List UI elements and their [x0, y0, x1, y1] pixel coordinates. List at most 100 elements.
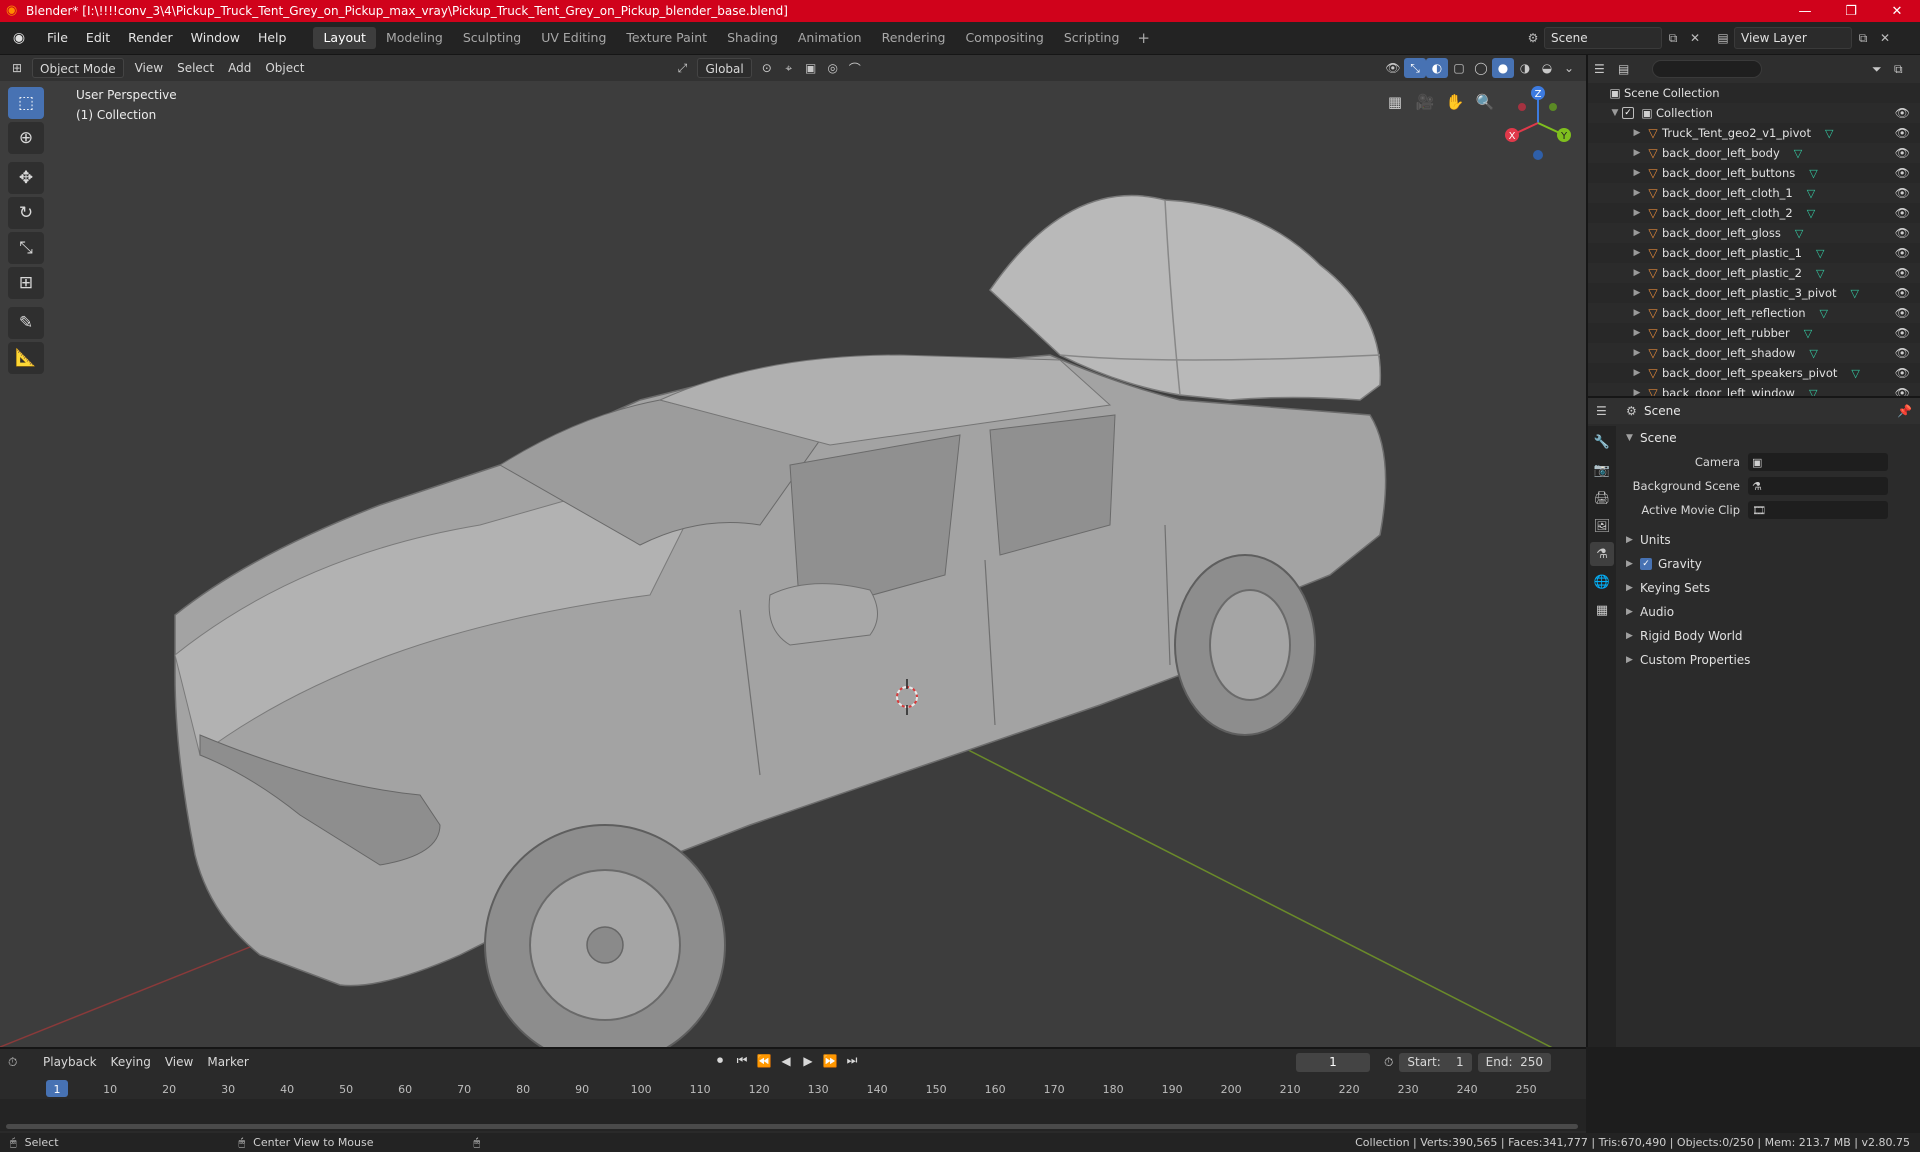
- transform-orientation-dropdown[interactable]: Global: [697, 58, 752, 78]
- tab-uv-editing[interactable]: UV Editing: [531, 27, 616, 49]
- collection-row[interactable]: ▼ ✓ ▣ Collection 👁: [1588, 103, 1920, 123]
- outliner-object-row[interactable]: ▶ ▽ Truck_Tent_geo2_v1_pivot ▽ 👁: [1588, 123, 1920, 143]
- visibility-eye-icon[interactable]: 👁: [1895, 346, 1910, 360]
- record-icon[interactable]: ⏺: [710, 1053, 730, 1068]
- timeline-menu-view[interactable]: View: [158, 1055, 200, 1069]
- scale-tool-icon[interactable]: ⤡: [8, 232, 44, 264]
- pin-icon[interactable]: 📌: [1897, 404, 1912, 418]
- custom-properties-section[interactable]: ▶ Custom Properties: [1620, 648, 1920, 672]
- outliner-object-row[interactable]: ▶ ▽ back_door_left_cloth_2 ▽ 👁: [1588, 203, 1920, 223]
- tab-modeling[interactable]: Modeling: [376, 27, 453, 49]
- current-frame-field[interactable]: 1: [1296, 1053, 1370, 1072]
- tab-sculpting[interactable]: Sculpting: [453, 27, 531, 49]
- visibility-eye-icon[interactable]: 👁: [1895, 186, 1910, 200]
- visibility-icon[interactable]: 👁: [1382, 58, 1404, 78]
- display-mode-icon[interactable]: ▤: [1618, 62, 1642, 76]
- visibility-eye-icon[interactable]: 👁: [1895, 166, 1910, 180]
- visibility-eye-icon[interactable]: 👁: [1895, 226, 1910, 240]
- world-tab-icon[interactable]: 🌐: [1590, 570, 1614, 594]
- menu-file[interactable]: File: [38, 27, 77, 49]
- visibility-eye-icon[interactable]: 👁: [1895, 206, 1910, 220]
- mesh-data-icon[interactable]: ▽: [1851, 367, 1859, 380]
- gizmo-toggle-icon[interactable]: ⤡: [1404, 58, 1426, 78]
- outliner-object-row[interactable]: ▶ ▽ back_door_left_buttons ▽ 👁: [1588, 163, 1920, 183]
- toggle-camera-grid-icon[interactable]: ▦: [1380, 87, 1410, 117]
- expand-arrow-icon[interactable]: ▶: [1630, 268, 1644, 278]
- delete-view-layer-icon[interactable]: ✕: [1874, 27, 1896, 49]
- timeline-ruler[interactable]: 1 10 20 30 40 50 60 70 80 90 100 110 120 130 140 150 160…: [0, 1079, 1586, 1099]
- rotate-tool-icon[interactable]: ↻: [8, 197, 44, 229]
- visibility-eye-icon[interactable]: 👁: [1895, 286, 1910, 300]
- object-mode-dropdown[interactable]: Object Mode: [32, 58, 124, 78]
- outliner-object-row[interactable]: ▶ ▽ back_door_left_shadow ▽ 👁: [1588, 343, 1920, 363]
- mesh-data-icon[interactable]: ▽: [1816, 267, 1824, 280]
- overlay-toggle-icon[interactable]: ◐: [1426, 58, 1448, 78]
- delete-scene-icon[interactable]: ✕: [1684, 27, 1706, 49]
- jump-keyframe-forward-icon[interactable]: ⏩: [820, 1054, 840, 1068]
- viewport-menu-add[interactable]: Add: [221, 58, 258, 78]
- expand-arrow-icon[interactable]: ▶: [1630, 348, 1644, 358]
- tab-texture-paint[interactable]: Texture Paint: [616, 27, 717, 49]
- measure-tool-icon[interactable]: 📐: [8, 342, 44, 374]
- visibility-eye-icon[interactable]: 👁: [1895, 106, 1910, 120]
- visibility-eye-icon[interactable]: 👁: [1895, 266, 1910, 280]
- shading-rendered-icon[interactable]: ◒: [1536, 58, 1558, 78]
- outliner-object-row[interactable]: ▶ ▽ back_door_left_plastic_3_pivot ▽ 👁: [1588, 283, 1920, 303]
- camera-view-icon[interactable]: 🎥: [1410, 87, 1440, 117]
- jump-start-icon[interactable]: ⏮: [732, 1053, 752, 1068]
- mesh-data-icon[interactable]: ▽: [1809, 347, 1817, 360]
- expand-arrow-icon[interactable]: ▶: [1630, 208, 1644, 218]
- snap-icon[interactable]: ⌖: [778, 58, 800, 78]
- expand-arrow-icon[interactable]: ▶: [1630, 168, 1644, 178]
- cursor-tool-icon[interactable]: ⊕: [8, 122, 44, 154]
- collection-checkbox[interactable]: ✓: [1622, 107, 1634, 119]
- end-frame-field[interactable]: End: 250: [1477, 1053, 1552, 1072]
- tab-scripting[interactable]: Scripting: [1054, 27, 1130, 49]
- gravity-checkbox[interactable]: ✓: [1640, 558, 1652, 570]
- mesh-data-icon[interactable]: ▽: [1807, 187, 1815, 200]
- outliner-object-row[interactable]: ▶ ▽ back_door_left_cloth_1 ▽ 👁: [1588, 183, 1920, 203]
- tab-compositing[interactable]: Compositing: [955, 27, 1053, 49]
- expand-arrow-icon[interactable]: ▶: [1630, 308, 1644, 318]
- menu-help[interactable]: Help: [249, 27, 296, 49]
- snap-target-icon[interactable]: ▣: [800, 58, 822, 78]
- viewport-menu-view[interactable]: View: [128, 58, 170, 78]
- visibility-eye-icon[interactable]: 👁: [1895, 306, 1910, 320]
- tab-animation[interactable]: Animation: [788, 27, 872, 49]
- move-tool-icon[interactable]: ✥: [8, 162, 44, 194]
- transform-orientation-icon[interactable]: ⤢: [671, 58, 693, 78]
- expand-arrow-icon[interactable]: ▶: [1630, 248, 1644, 258]
- mesh-data-icon[interactable]: ▽: [1795, 227, 1803, 240]
- outliner-object-row[interactable]: ▶ ▽ back_door_left_speakers_pivot ▽ 👁: [1588, 363, 1920, 383]
- expand-arrow-icon[interactable]: ▶: [1630, 128, 1644, 138]
- mesh-data-icon[interactable]: ▽: [1851, 287, 1859, 300]
- texture-tab-icon[interactable]: ▦: [1590, 598, 1614, 622]
- tab-shading[interactable]: Shading: [717, 27, 788, 49]
- falloff-icon[interactable]: ⌒: [844, 58, 866, 78]
- expand-arrow-icon[interactable]: ▶: [1630, 288, 1644, 298]
- new-scene-icon[interactable]: ⧉: [1662, 27, 1684, 49]
- outliner-search-input[interactable]: [1652, 60, 1762, 78]
- rigid-body-world-section[interactable]: ▶ Rigid Body World: [1620, 624, 1920, 648]
- navigation-gizmo[interactable]: Z X Y: [1498, 83, 1578, 163]
- gravity-section[interactable]: ▶ ✓ Gravity: [1620, 552, 1920, 576]
- filter-icon[interactable]: ⏷: [1872, 62, 1894, 77]
- outliner-object-row[interactable]: ▶ ▽ back_door_left_plastic_2 ▽ 👁: [1588, 263, 1920, 283]
- timeline-menu-keying[interactable]: Keying: [104, 1055, 158, 1069]
- maximize-button[interactable]: ❐: [1828, 0, 1874, 22]
- audio-section[interactable]: ▶ Audio: [1620, 600, 1920, 624]
- expand-arrow-icon[interactable]: ▶: [1630, 188, 1644, 198]
- menu-window[interactable]: Window: [182, 27, 249, 49]
- mesh-data-icon[interactable]: ▽: [1794, 147, 1802, 160]
- mesh-data-icon[interactable]: ▽: [1804, 327, 1812, 340]
- view-layer-tab-icon[interactable]: 🖼: [1590, 514, 1614, 538]
- expand-arrow-icon[interactable]: ▶: [1630, 328, 1644, 338]
- select-box-tool-icon[interactable]: ⬚: [8, 87, 44, 119]
- viewport-menu-object[interactable]: Object: [258, 58, 311, 78]
- scene-section-header[interactable]: ▼ Scene: [1620, 426, 1920, 450]
- shading-wireframe-icon[interactable]: ◯: [1470, 58, 1492, 78]
- mesh-data-icon[interactable]: ▽: [1809, 167, 1817, 180]
- render-tab-icon[interactable]: 📷: [1590, 458, 1614, 482]
- timeline-menu-marker[interactable]: Marker: [200, 1055, 255, 1069]
- start-frame-field[interactable]: Start: 1: [1399, 1053, 1472, 1072]
